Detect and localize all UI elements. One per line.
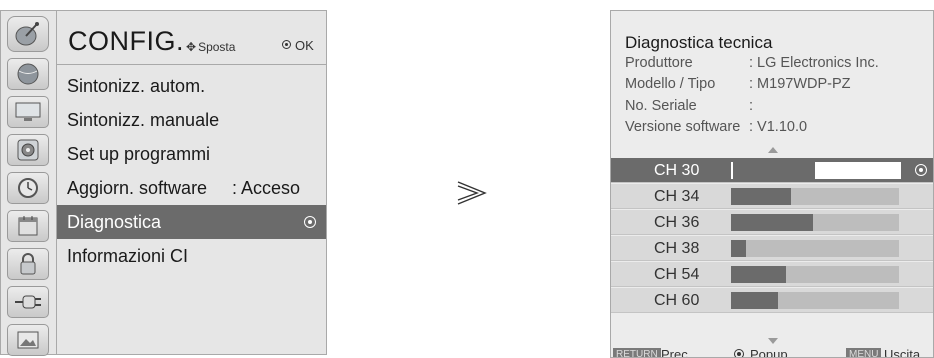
ok-hint: OK [282, 38, 314, 53]
signal-strength-bar [731, 292, 899, 309]
four-way-arrow-icon: ✥ [186, 40, 197, 54]
channel-name: CH 38 [654, 240, 700, 257]
monitor-icon[interactable] [7, 96, 49, 128]
satellite-dish-icon[interactable] [7, 16, 49, 52]
menu-item-label: Aggiorn. software [67, 178, 208, 198]
signal-strength-bar [731, 240, 899, 257]
channel-row[interactable]: CH 36 [611, 210, 933, 235]
footer-key-guide: RETURN Prec. Popup MENU Uscita [611, 347, 933, 358]
speaker-icon[interactable] [7, 134, 49, 166]
ok-button-icon [282, 40, 291, 49]
signal-strength-bar [731, 188, 899, 205]
info-value: : [749, 98, 754, 114]
clock-icon[interactable] [7, 172, 49, 204]
menu-list: Sintonizz. autom. Sintonizz. manuale Set… [57, 64, 326, 355]
signal-strength-bar [731, 162, 901, 179]
menu-sidebar [1, 11, 57, 356]
menu-item-label: Set up programmi [67, 144, 211, 164]
channel-name: CH 30 [654, 162, 700, 179]
info-row-model: Modello / Tipo : M197WDP-PZ [625, 76, 851, 92]
channel-name: CH 60 [654, 292, 700, 309]
info-label: Versione software [625, 119, 741, 135]
popup-key-label: Popup [750, 347, 788, 358]
ok-button-icon [734, 349, 744, 357]
menu-item-auto-tuning[interactable]: Sintonizz. autom. [57, 69, 326, 103]
image-icon[interactable] [7, 324, 49, 356]
menu-item-program-setup[interactable]: Set up programmi [57, 137, 326, 171]
info-row-software-version: Versione software : V1.10.0 [625, 119, 807, 135]
config-menu-panel: CONFIG. ✥ Sposta OK Sintonizz. autom. Sin… [0, 10, 327, 356]
channel-row[interactable]: CH 34 [611, 184, 933, 209]
return-key-label: Prec. [661, 347, 692, 358]
ok-hint-label: OK [295, 38, 314, 53]
menu-item-software-update[interactable]: Aggiorn. software : Acceso [57, 171, 326, 205]
transition-arrow-icon [457, 181, 487, 205]
info-value: : LG Electronics Inc. [749, 55, 879, 71]
channel-name: CH 34 [654, 188, 700, 205]
menu-item-label: Informazioni CI [67, 246, 189, 266]
info-value: : V1.10.0 [749, 119, 808, 135]
channel-row[interactable]: CH 54 [611, 262, 933, 287]
signal-strength-fill [731, 188, 792, 205]
info-label: Produttore [625, 55, 693, 71]
signal-strength-fill [731, 214, 814, 231]
info-row-manufacturer: Produttore : LG Electronics Inc. [625, 55, 879, 71]
menu-item-label: Sintonizz. autom. [67, 76, 206, 96]
globe-icon[interactable] [7, 58, 49, 90]
scroll-up-icon[interactable] [768, 147, 778, 153]
menu-key-badge: MENU [846, 348, 882, 357]
menu-item-manual-tuning[interactable]: Sintonizz. manuale [57, 103, 326, 137]
menu-item-ci-info[interactable]: Informazioni CI [57, 239, 326, 273]
menu-item-label: Sintonizz. manuale [67, 110, 220, 130]
calendar-icon[interactable] [7, 210, 49, 242]
software-update-value: : Acceso [232, 178, 301, 198]
menu-key-label: Uscita [884, 347, 921, 358]
nav-hint: ✥ Sposta [186, 40, 235, 54]
channel-row[interactable]: CH 38 [611, 236, 933, 261]
channel-row[interactable]: CH 30 [611, 158, 933, 183]
info-label: Modello / Tipo [625, 76, 716, 92]
signal-strength-fill [733, 162, 816, 179]
info-row-serial: No. Seriale: [625, 98, 753, 114]
channel-name: CH 36 [654, 214, 700, 231]
lock-icon[interactable] [7, 248, 49, 280]
ok-button-icon [915, 164, 927, 176]
signal-strength-bar [731, 214, 899, 231]
return-key-badge: RETURN [613, 348, 661, 357]
signal-strength-fill [731, 292, 779, 309]
menu-item-label: Diagnostica [67, 212, 162, 232]
menu-item-diagnostics[interactable]: Diagnostica [57, 205, 326, 239]
signal-strength-fill [731, 240, 747, 257]
info-label: No. Seriale [625, 98, 697, 114]
menu-title: CONFIG. [68, 26, 184, 56]
plug-icon[interactable] [7, 286, 49, 318]
nav-hint-label: Sposta [198, 40, 236, 54]
channel-name: CH 54 [654, 266, 700, 283]
ok-button-icon [304, 216, 316, 228]
diagnostics-panel: Diagnostica tecnica Produttore : LG Elect… [610, 10, 934, 358]
channel-row[interactable]: CH 60 [611, 288, 933, 313]
scroll-down-icon[interactable] [768, 338, 778, 344]
diagnostics-title: Diagnostica tecnica [625, 33, 773, 52]
info-value: : M197WDP-PZ [749, 76, 851, 92]
signal-strength-bar [731, 266, 899, 283]
signal-strength-fill [731, 266, 787, 283]
